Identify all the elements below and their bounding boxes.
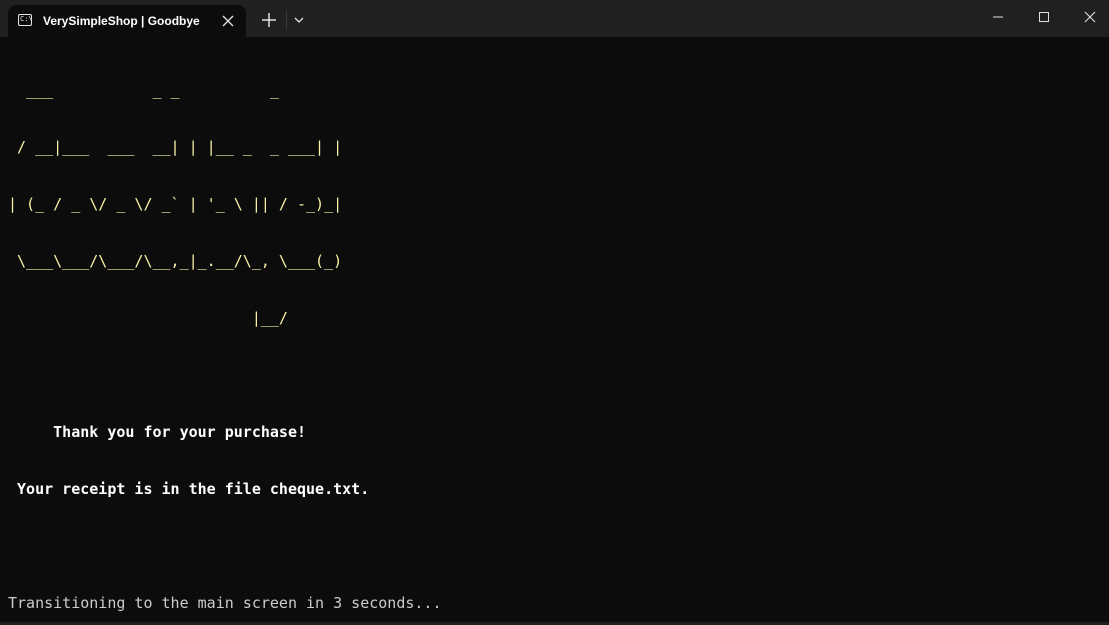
plus-icon[interactable] (258, 9, 280, 31)
tab-divider (286, 11, 287, 29)
maximize-button[interactable] (1021, 0, 1067, 33)
terminal-icon: C:\ (18, 14, 33, 26)
tab-title: VerySimpleShop | Goodbye (43, 14, 200, 28)
tab-icon-label: C:\ (20, 15, 33, 23)
ascii-art-line: | (_ / _ \/ _ \/ _` | '_ \ || / -_)_| (8, 195, 343, 213)
close-window-button[interactable] (1067, 0, 1109, 33)
minimize-icon (993, 16, 1003, 18)
terminal-output[interactable]: ___ _ _ _ / __|___ ___ __| | |__ _ _ ___… (8, 43, 1103, 625)
tab-active[interactable]: C:\ VerySimpleShop | Goodbye (8, 5, 246, 37)
ascii-art-line: ___ _ _ _ (8, 81, 288, 99)
title-bar[interactable]: C:\ VerySimpleShop | Goodbye (0, 0, 1109, 37)
ascii-art-line: \___\___/\___/\__,_|_.__/\_, \___(_) (8, 252, 343, 270)
maximize-icon (1039, 12, 1049, 22)
thank-you-message: Thank you for your purchase! (8, 423, 307, 441)
chevron-down-icon[interactable] (290, 11, 308, 29)
ascii-art-line: / __|___ ___ __| | |__ _ _ ___| | (8, 138, 343, 156)
status-message: Transitioning to the main screen in 3 se… (8, 594, 442, 612)
ascii-art-line: |__/ (8, 309, 288, 327)
receipt-message: Your receipt is in the file cheque.txt. (8, 480, 370, 498)
close-icon[interactable] (218, 11, 238, 31)
terminal-window: C:\ VerySimpleShop | Goodbye ___ _ _ _ /… (0, 0, 1109, 625)
close-icon (1084, 11, 1096, 23)
minimize-button[interactable] (975, 0, 1021, 33)
